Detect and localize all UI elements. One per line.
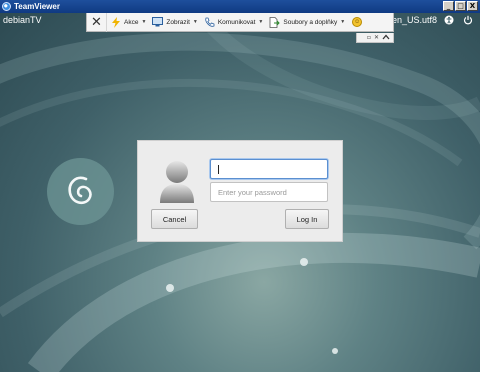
lightning-icon <box>110 16 121 28</box>
menu-zobrazit[interactable]: Zobrazit ▼ <box>149 13 200 32</box>
chevron-down-icon: ▼ <box>192 19 198 25</box>
log-in-button[interactable]: Log In <box>285 209 329 229</box>
debian-swirl-icon <box>67 176 92 204</box>
hostname-label: debianTV <box>3 15 42 25</box>
chevron-up-icon[interactable] <box>382 34 390 42</box>
wallpaper-dot <box>332 348 338 354</box>
power-icon[interactable] <box>463 15 473 25</box>
chevron-down-icon: ▼ <box>258 19 264 25</box>
toolbar-controls: ▫ ✕ <box>356 33 394 43</box>
menu-akce-label: Akce <box>124 18 139 26</box>
menu-komunikovat-label: Komunikovat <box>217 18 256 26</box>
maximize-button[interactable]: □ <box>455 1 466 11</box>
password-placeholder: Enter your password <box>218 187 287 197</box>
close-session-button[interactable]: ✕ <box>87 13 107 32</box>
text-cursor <box>218 164 219 174</box>
wallpaper-dot <box>300 258 308 266</box>
wallpaper-dot <box>166 284 174 292</box>
username-field[interactable] <box>210 159 328 179</box>
menu-soubory-label: Soubory a doplňky <box>283 18 338 26</box>
teamviewer-toolbar: ✕ Akce ▼ Zobrazit ▼ Komunikovat ▼ Soubor… <box>86 13 394 32</box>
monitor-icon <box>152 17 164 28</box>
accessibility-icon[interactable] <box>444 15 454 25</box>
login-dialog: Enter your password Cancel Log In <box>137 140 343 242</box>
teamviewer-app-icon <box>2 2 11 11</box>
smiley-icon[interactable]: ☺ <box>352 17 363 27</box>
menu-akce[interactable]: Akce ▼ <box>107 13 149 32</box>
file-transfer-icon <box>269 16 281 28</box>
close-button[interactable]: X <box>467 1 478 11</box>
menu-zobrazit-label: Zobrazit <box>166 18 190 26</box>
window-title: TeamViewer <box>14 2 60 11</box>
window-titlebar: TeamViewer _ □ X <box>0 0 480 13</box>
chevron-down-icon: ▼ <box>141 19 147 25</box>
password-field[interactable]: Enter your password <box>210 182 328 202</box>
debian-logo <box>47 158 114 225</box>
window-controls: _ □ X <box>443 1 478 11</box>
keyboard-layout-label[interactable]: en_US.utf8 <box>392 15 437 25</box>
user-avatar-icon <box>158 159 196 203</box>
chevron-down-icon: ▼ <box>340 19 346 25</box>
cancel-button[interactable]: Cancel <box>151 209 198 229</box>
pin-icon[interactable]: ▫ <box>367 34 371 41</box>
minimize-button[interactable]: _ <box>443 1 454 11</box>
phone-icon <box>204 17 215 28</box>
menu-soubory-a-doplnky[interactable]: Soubory a doplňky ▼ <box>266 13 348 32</box>
fullscreen-icon[interactable]: ✕ <box>374 34 379 41</box>
menu-komunikovat[interactable]: Komunikovat ▼ <box>201 13 267 32</box>
